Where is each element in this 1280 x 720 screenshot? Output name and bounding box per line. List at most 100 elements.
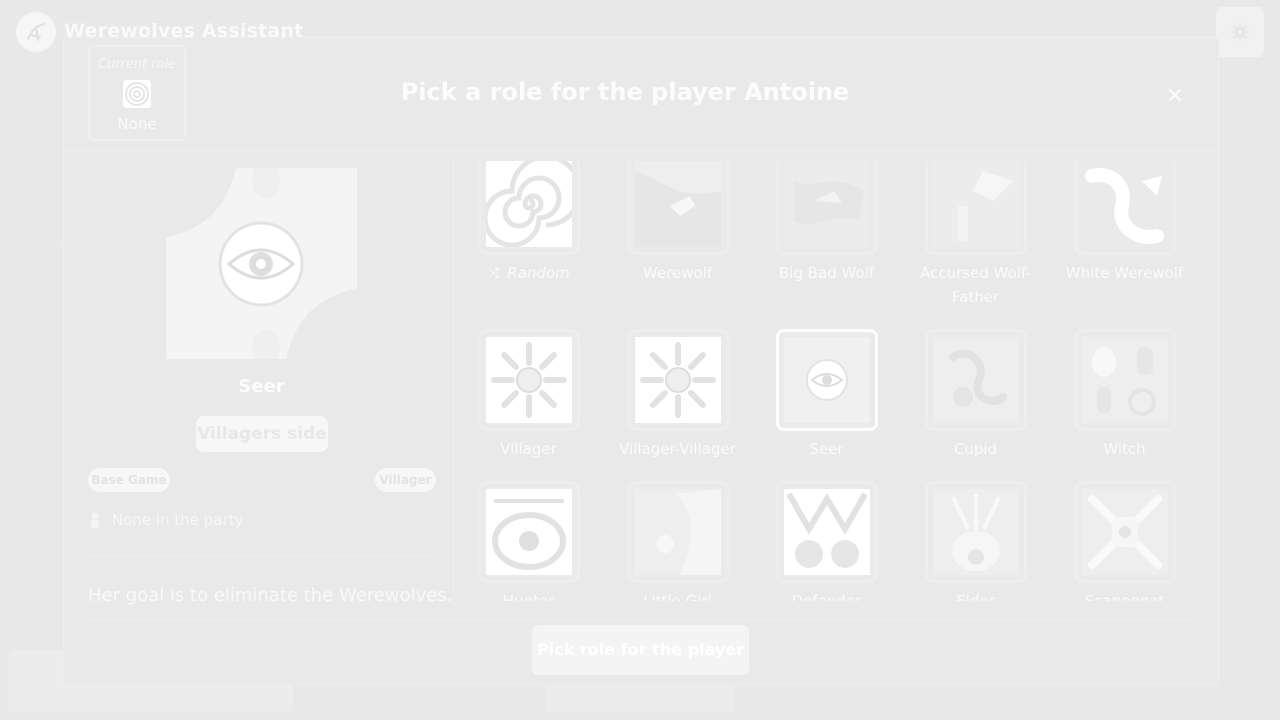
party-count: None in the party — [112, 511, 244, 529]
seer-eye-icon — [166, 168, 357, 359]
role-card-villager[interactable]: Villager — [455, 329, 603, 461]
role-card-accursed-wolf-father[interactable]: Accursed Wolf-Father — [901, 161, 1050, 309]
role-frame[interactable] — [477, 161, 580, 255]
role-card-scapegoat[interactable]: Scapegoat — [1050, 481, 1195, 601]
role-card-white-werewolf[interactable]: White Werewolf — [1050, 161, 1195, 285]
role-image — [634, 161, 721, 247]
defender-icon — [785, 492, 868, 568]
role-label: Cupid — [953, 440, 998, 458]
role-grid[interactable]: ⤨ Random Werewolf Big Bad Wolf Accursed … — [455, 161, 1195, 601]
role-frame[interactable] — [477, 481, 580, 583]
role-card-defender[interactable]: Defender — [752, 481, 901, 601]
role-frame[interactable] — [775, 481, 878, 583]
footer-divider — [88, 619, 1192, 620]
role-card-big-bad-wolf[interactable]: Big Bad Wolf — [752, 161, 901, 285]
role-image — [634, 337, 721, 423]
role-card-random[interactable]: ⤨ Random — [455, 161, 603, 285]
role-image — [783, 489, 870, 575]
gear-icon — [1231, 23, 1249, 41]
role-label: Villager-Villager — [619, 440, 736, 458]
role-frame[interactable] — [626, 329, 729, 431]
role-card-witch[interactable]: Witch — [1050, 329, 1195, 461]
role-label: White Werewolf — [1065, 264, 1184, 282]
role-frame[interactable] — [477, 329, 580, 431]
type-tag: Villager — [375, 468, 436, 492]
role-image — [1081, 337, 1168, 423]
role-label: Accursed Wolf-Father — [920, 264, 1031, 306]
role-label: Defender — [791, 592, 862, 601]
role-image — [932, 489, 1019, 575]
current-role-value: None — [117, 115, 157, 133]
role-label: Little Girl — [643, 592, 712, 601]
role-detail-name: Seer — [238, 376, 285, 397]
werewolf-icon — [634, 171, 721, 247]
role-label: ⤨ Random — [455, 261, 603, 285]
role-label: Werewolf — [642, 264, 713, 282]
role-description: Her goal is to eliminate the Werewolves. — [88, 585, 453, 606]
role-label: Witch — [1103, 440, 1146, 458]
role-frame[interactable] — [626, 161, 729, 255]
close-icon[interactable]: ✕ — [1162, 84, 1188, 110]
role-frame[interactable] — [626, 481, 729, 583]
role-label: Villager — [500, 440, 557, 458]
role-frame[interactable] — [775, 161, 878, 255]
little-girl-icon — [655, 489, 721, 575]
origin-tag: Base Game — [88, 468, 170, 492]
modal-title: Pick a role for the player Antoine — [400, 78, 850, 106]
hunter-icon — [491, 499, 566, 570]
random-role-icon — [125, 82, 149, 106]
role-label: Scapegoat — [1084, 592, 1165, 601]
wolf-father-icon — [957, 171, 1013, 241]
role-image — [932, 337, 1019, 423]
villager-icon — [490, 342, 567, 418]
side-badge: Villagers side — [196, 416, 328, 452]
role-image — [932, 161, 1019, 247]
role-card-cupid[interactable]: Cupid — [901, 329, 1050, 461]
role-image — [485, 489, 572, 575]
role-label: Seer — [809, 440, 844, 458]
role-frame[interactable] — [924, 481, 1027, 583]
role-frame[interactable] — [924, 329, 1027, 431]
role-image — [783, 161, 870, 247]
scapegoat-icon — [1087, 495, 1162, 569]
seer-icon — [805, 359, 848, 401]
role-frame[interactable] — [1073, 329, 1176, 431]
role-label: Big Bad Wolf — [778, 264, 875, 282]
big-bad-wolf-icon — [793, 181, 864, 224]
white-werewolf-icon — [1084, 168, 1164, 244]
settings-button[interactable] — [1216, 7, 1264, 57]
role-frame-selected[interactable] — [775, 329, 878, 431]
role-image — [1081, 489, 1168, 575]
role-image — [1081, 161, 1168, 247]
role-card-hunter[interactable]: Hunter — [455, 481, 603, 601]
role-card-villager-villager[interactable]: Villager-Villager — [603, 329, 752, 461]
role-card-little-girl[interactable]: Little Girl — [603, 481, 752, 601]
cupid-icon — [948, 349, 1007, 407]
role-frame[interactable] — [1073, 161, 1176, 255]
role-card-elder[interactable]: Elder — [901, 481, 1050, 601]
role-card-seer[interactable]: Seer — [752, 329, 901, 461]
witch-icon — [1091, 347, 1156, 416]
villager-villager-icon — [639, 342, 716, 418]
role-label: Hunter — [502, 592, 555, 601]
spiral-icon — [485, 161, 572, 247]
detail-divider — [88, 555, 436, 556]
app-logo[interactable] — [16, 12, 56, 52]
person-icon — [91, 512, 99, 528]
current-role-image — [123, 80, 151, 108]
current-role-label: Current role — [97, 57, 177, 72]
role-frame[interactable] — [1073, 481, 1176, 583]
shuffle-icon: ⤨ — [487, 264, 500, 282]
pick-role-button[interactable]: Pick role for the player — [532, 625, 749, 675]
role-card-werewolf[interactable]: Werewolf — [603, 161, 752, 285]
panel-divider — [453, 160, 454, 600]
header-divider — [64, 150, 1216, 151]
logo-icon — [27, 23, 45, 41]
role-image — [485, 337, 572, 423]
role-label: Elder — [956, 592, 995, 601]
elder-icon — [950, 494, 1001, 571]
role-frame[interactable] — [924, 161, 1027, 255]
current-role-box: Current role None — [88, 45, 186, 141]
role-image — [783, 337, 870, 423]
role-detail-image — [166, 168, 357, 359]
